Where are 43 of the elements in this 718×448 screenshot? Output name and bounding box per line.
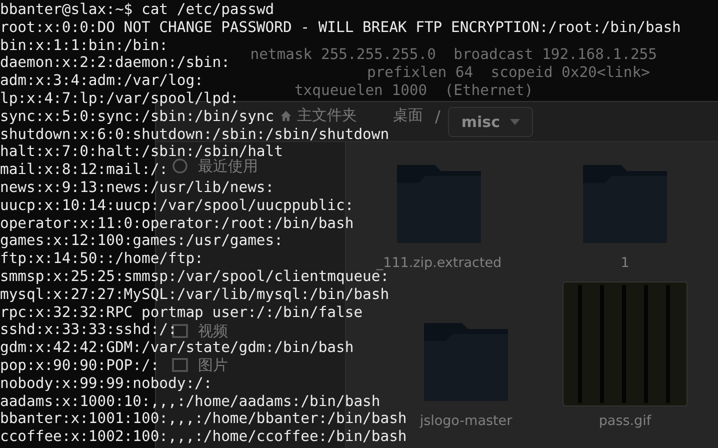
terminal-prompt: bbanter@slax:~$ [0, 1, 133, 18]
terminal-output-line: gdm:x:42:42:GDM:/var/state/gdm:/bin/bash [0, 339, 354, 356]
terminal-output-line: lp:x:4:7:lp:/var/spool/lpd: [0, 90, 239, 107]
terminal-output-line: ccoffee:x:1002:100:,,,:/home/ccoffee:/bin/bash [0, 428, 407, 446]
terminal-output-line: daemon:x:2:2:daemon:/sbin: [0, 54, 230, 72]
file-name[interactable]: jslogo-master [420, 413, 512, 429]
file-name[interactable]: 1 [620, 255, 630, 271]
terminal-output-line: mysql:x:27:27:MySQL:/var/lib/mysql:/bin/bash [0, 286, 390, 303]
terminal-output-line: adm:x:3:4:adm:/var/log: [0, 72, 204, 90]
file-name[interactable]: pass.gif [598, 413, 652, 429]
clock-icon [172, 158, 188, 174]
terminal-output-line: sync:x:5:0:sync:/sbin:/bin/sync [0, 108, 274, 125]
terminal-output-line: operator:x:11:0:operator:/root:/bin/bash [0, 214, 354, 232]
terminal-output-line: prefixlen 64 scopeid 0x20<link> [366, 64, 650, 81]
terminal-output-line: pop:x:90:90:POP:/: [0, 356, 160, 374]
striped-image-thumbnail[interactable] [562, 281, 688, 407]
terminal-output-line: netmask 255.255.255.0 broadcast 192.168.1.255 [250, 46, 657, 63]
folder-icon[interactable] [581, 163, 669, 243]
terminal-output-line: mail:x:8:12:mail:/: [0, 161, 168, 178]
sidebar-item[interactable]: 最近使用 [172, 158, 258, 174]
path-separator: / [435, 108, 440, 126]
terminal-output-line: halt:x:7:0:halt:/sbin:/sbin/halt [0, 143, 283, 160]
terminal-output-line: uucp:x:10:14:uucp:/var/spool/uucppublic: [0, 196, 354, 214]
terminal-output-line: bin:x:1:1:bin:/bin: [0, 36, 168, 54]
current-folder-button[interactable]: misc [448, 107, 533, 137]
folder-icon[interactable] [395, 163, 483, 243]
breadcrumb-item[interactable]: 主文件夹 [297, 107, 357, 123]
sidebar-item[interactable]: 图片 [172, 357, 228, 373]
terminal-output-line: aadams:x:1000:10:,,,:/home/aadams:/bin/bash [0, 392, 380, 410]
home-icon [280, 110, 292, 122]
terminal-command: cat /etc/passwd [141, 1, 274, 18]
breadcrumb-item[interactable]: 桌面 [393, 107, 423, 123]
terminal-output-line: bbanter:x:1001:100:,,,:/home/bbanter:/bin/bash [0, 410, 407, 428]
terminal-output-line: txqueuelen 1000 (Ethernet) [294, 82, 534, 99]
terminal-output-line: ftp:x:14:50::/home/ftp: [0, 250, 204, 268]
caret-icon [510, 119, 520, 125]
terminal-output-line: root:x:0:0:DO NOT CHANGE PASSWORD - WILL BREAK FTP ENCRYPTION:/root:/bin/bash [0, 18, 681, 36]
folder-icon[interactable] [422, 321, 510, 401]
terminal-output-line: rpc:x:32:32:RPC portmap user:/:/bin/false [0, 304, 363, 321]
terminal-output-line: nobody:x:99:99:nobody:/: [0, 374, 212, 392]
terminal-output-line: games:x:12:100:games:/usr/games: [0, 232, 283, 250]
terminal-output-line: news:x:9:13:news:/usr/lib/news: [0, 178, 274, 196]
terminal-output-line: shutdown:x:6:0:shutdown:/sbin:/sbin/shutdown [0, 126, 390, 143]
